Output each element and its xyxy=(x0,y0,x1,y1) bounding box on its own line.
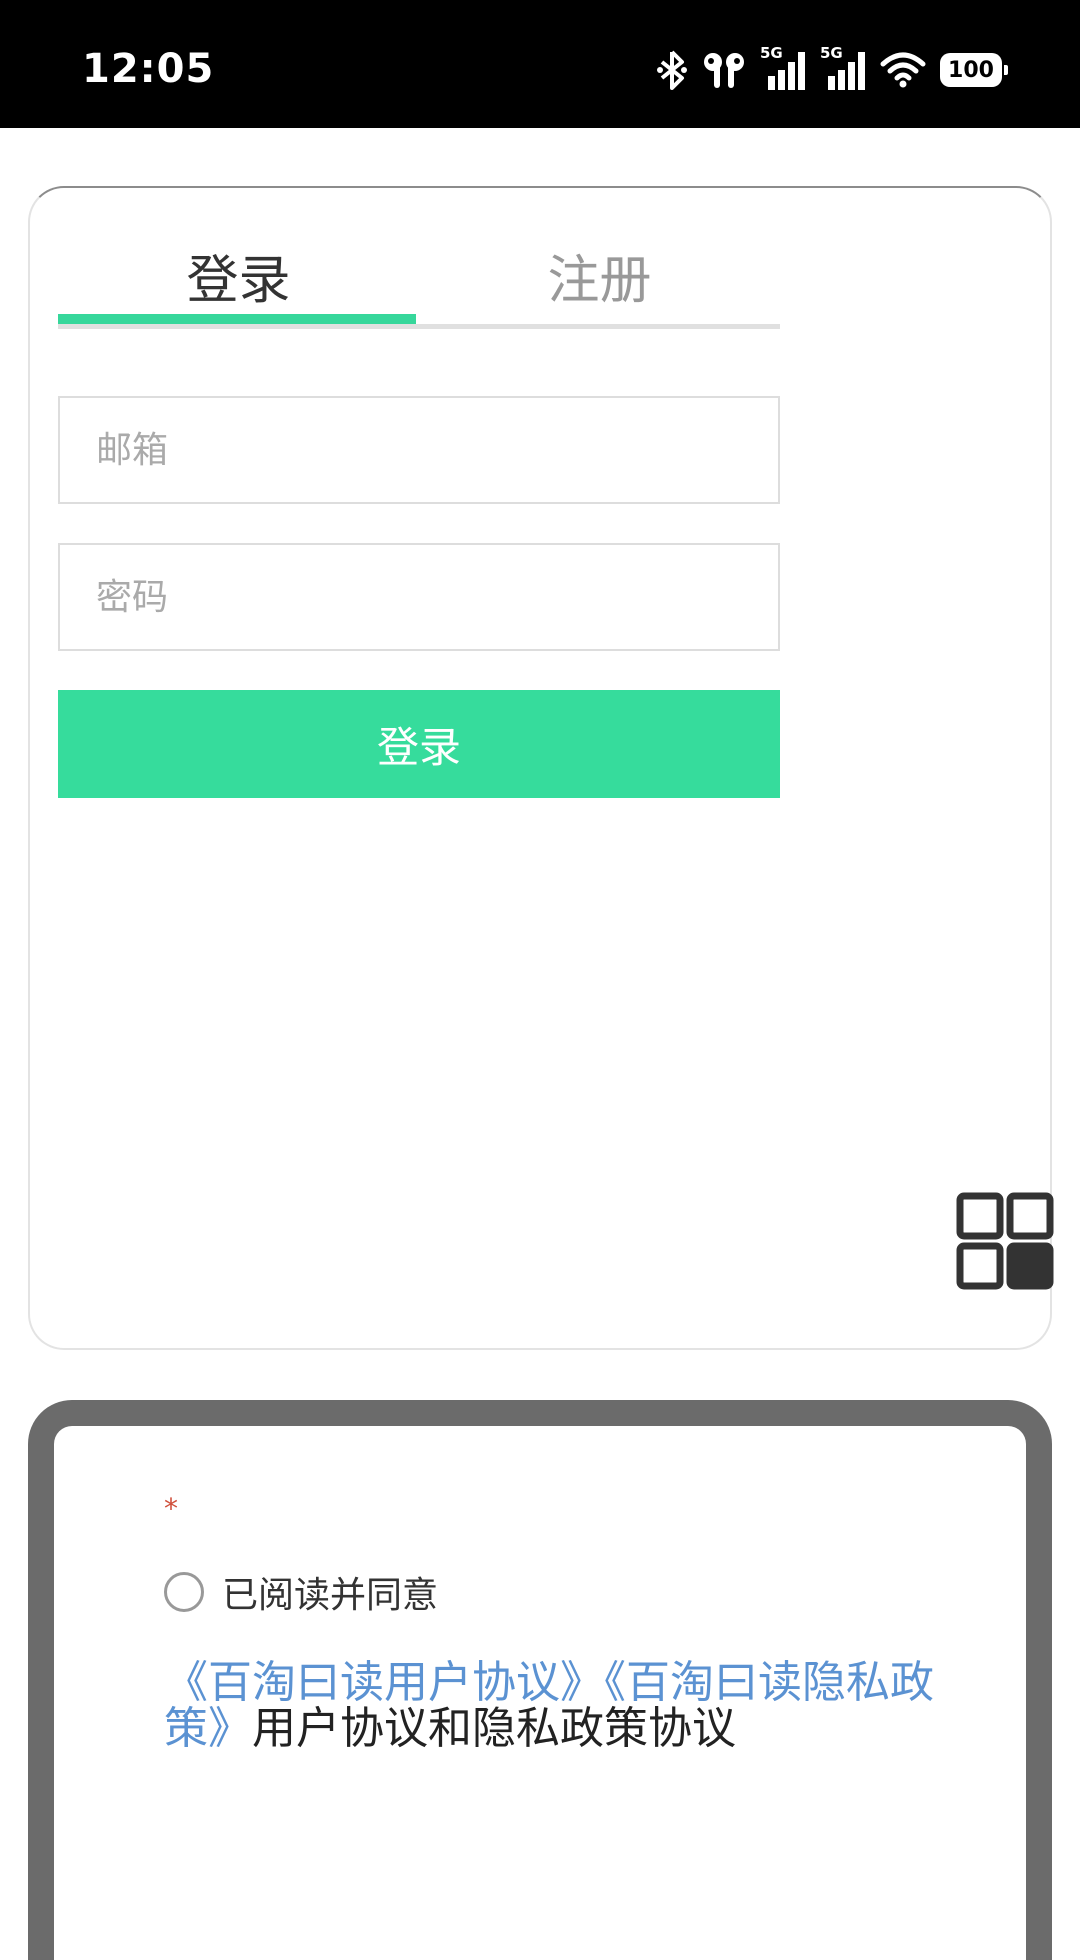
auth-tabs: 登录 注册 xyxy=(58,228,780,314)
bluetooth-icon xyxy=(656,50,688,90)
status-icons: 5G 5G 100 xyxy=(656,44,1008,94)
login-card: 登录 注册 登录 xyxy=(28,186,1054,1350)
email-field[interactable] xyxy=(58,396,780,504)
agreement-text: 《百淘曰读用户协议》《百淘曰读隐私政策》用户协议和隐私政策协议 xyxy=(164,1660,964,1752)
tab-register[interactable]: 注册 xyxy=(419,228,780,314)
status-bar: 12:05 5G 5G 100 xyxy=(0,0,1080,128)
wifi-icon xyxy=(880,52,926,88)
battery-level: 100 xyxy=(948,57,994,83)
signal-5g-icon: 5G xyxy=(760,44,806,92)
tab-login[interactable]: 登录 xyxy=(58,228,419,314)
tabs-track xyxy=(58,324,780,329)
agreement-radio[interactable] xyxy=(164,1572,204,1612)
password-field[interactable] xyxy=(58,543,780,651)
signal-5g-icon: 5G xyxy=(820,44,866,92)
earbuds-icon xyxy=(702,50,746,90)
battery-icon: 100 xyxy=(940,53,1008,87)
status-time: 12:05 xyxy=(82,46,215,92)
login-button[interactable]: 登录 xyxy=(58,690,780,798)
user-agreement-link[interactable]: 《百淘曰读用户协议》 xyxy=(164,1657,604,1708)
agreement-label: 已阅读并同意 xyxy=(222,1575,439,1616)
agreement-checkbox-row[interactable]: 已阅读并同意 xyxy=(164,1566,438,1618)
agreement-panel: * 已阅读并同意 《百淘曰读用户协议》《百淘曰读隐私政策》用户协议和隐私政策协议 xyxy=(28,1400,1052,1960)
grid-icon[interactable] xyxy=(952,1188,1058,1294)
required-mark: * xyxy=(164,1492,178,1525)
tab-active-indicator xyxy=(58,314,416,324)
agreement-tail-text: 用户协议和隐私政策协议 xyxy=(252,1703,736,1754)
